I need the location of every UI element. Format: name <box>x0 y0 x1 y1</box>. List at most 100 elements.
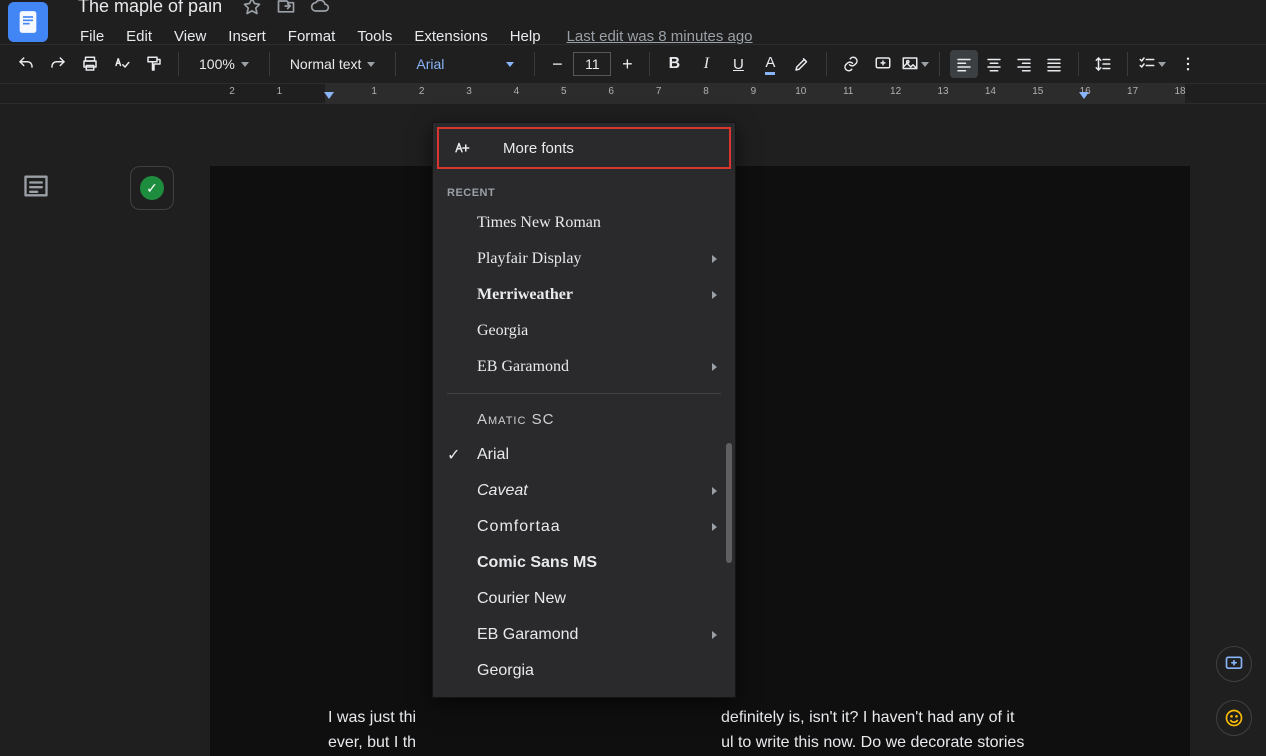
font-item[interactable]: Courier New <box>433 581 735 617</box>
font-item[interactable]: Georgia <box>433 653 735 689</box>
undo-button[interactable] <box>12 50 40 78</box>
ruler-tick: 18 <box>1174 86 1185 97</box>
font-item[interactable]: Playfair Display <box>433 241 735 277</box>
font-size-increase[interactable]: + <box>615 52 639 76</box>
ruler-tick: 1 <box>371 86 377 97</box>
add-comment-side-button[interactable] <box>1216 646 1252 682</box>
ruler-tick: 14 <box>985 86 996 97</box>
dropdown-scrollbar[interactable] <box>726 443 732 563</box>
menu-edit[interactable]: Edit <box>116 24 162 49</box>
font-item[interactable]: Amatic SC <box>433 402 735 437</box>
ruler-tick: 9 <box>751 86 757 97</box>
menu-extensions[interactable]: Extensions <box>404 24 497 49</box>
docs-logo[interactable] <box>8 2 48 42</box>
align-right-button[interactable] <box>1010 50 1038 78</box>
first-line-indent-marker[interactable] <box>324 92 334 99</box>
spellcheck-button[interactable] <box>108 50 136 78</box>
menu-file[interactable]: File <box>70 24 114 49</box>
ruler-tick: 4 <box>514 86 520 97</box>
insert-image-button[interactable] <box>901 50 929 78</box>
submenu-arrow-icon <box>712 255 717 263</box>
ruler-tick: 11 <box>843 86 853 97</box>
styles-select[interactable]: Normal text <box>280 50 386 78</box>
font-size-decrease[interactable]: − <box>545 52 569 76</box>
font-item[interactable]: EB Garamond <box>433 349 735 385</box>
ruler-tick: 2 <box>419 86 425 97</box>
ruler-tick: 7 <box>656 86 662 97</box>
document-body-text[interactable]: I was just thidefinitely is, isn't it? I… <box>328 706 1130 756</box>
add-font-icon <box>453 139 473 157</box>
ruler-tick: 5 <box>561 86 567 97</box>
line-spacing-button[interactable] <box>1089 50 1117 78</box>
align-left-button[interactable] <box>950 50 978 78</box>
ruler-tick: 17 <box>1127 86 1138 97</box>
outline-toggle[interactable] <box>22 172 50 200</box>
star-icon[interactable] <box>242 0 262 16</box>
menu-view[interactable]: View <box>164 24 216 49</box>
more-button[interactable] <box>1174 50 1202 78</box>
paint-format-button[interactable] <box>140 50 168 78</box>
font-item[interactable]: Times New Roman <box>433 205 735 241</box>
text-color-button[interactable]: A <box>756 50 784 78</box>
ruler[interactable]: 21123456789101112131415161718 <box>0 84 1266 104</box>
font-item[interactable]: Comfortaa <box>433 509 735 545</box>
more-fonts-label: More fonts <box>503 140 574 157</box>
redo-button[interactable] <box>44 50 72 78</box>
right-indent-marker[interactable] <box>1079 92 1089 99</box>
checkmark-badge[interactable]: ✓ <box>130 166 174 210</box>
ruler-tick: 15 <box>1032 86 1043 97</box>
ruler-tick: 2 <box>229 86 235 97</box>
print-button[interactable] <box>76 50 104 78</box>
cloud-status-icon[interactable] <box>310 0 330 16</box>
ruler-tick: 8 <box>703 86 709 97</box>
ruler-tick: 10 <box>795 86 806 97</box>
font-item-label: Arial <box>477 446 509 464</box>
font-dropdown: More fonts RECENT Times New RomanPlayfai… <box>432 122 736 698</box>
submenu-arrow-icon <box>712 523 717 531</box>
insert-link-button[interactable] <box>837 50 865 78</box>
ruler-tick: 3 <box>466 86 472 97</box>
font-item-label: Comfortaa <box>477 518 561 536</box>
submenu-arrow-icon <box>712 363 717 371</box>
highlight-button[interactable] <box>788 50 816 78</box>
font-item-label: Georgia <box>477 662 534 680</box>
document-title[interactable]: The maple of pain <box>70 0 230 21</box>
move-icon[interactable] <box>276 0 296 16</box>
dropdown-divider <box>447 393 721 394</box>
underline-button[interactable]: U <box>724 50 752 78</box>
font-item[interactable]: EB Garamond <box>433 617 735 653</box>
submenu-arrow-icon <box>712 291 717 299</box>
align-justify-button[interactable] <box>1040 50 1068 78</box>
menu-format[interactable]: Format <box>278 24 346 49</box>
font-item[interactable]: Comic Sans MS <box>433 545 735 581</box>
menu-insert[interactable]: Insert <box>218 24 276 49</box>
font-select[interactable]: Arial <box>406 50 524 78</box>
ruler-tick: 13 <box>937 86 948 97</box>
ruler-tick: 1 <box>277 86 283 97</box>
menu-help[interactable]: Help <box>500 24 551 49</box>
add-comment-button[interactable] <box>869 50 897 78</box>
font-item[interactable]: Caveat <box>433 473 735 509</box>
font-size-input[interactable]: 11 <box>573 52 611 76</box>
checklist-button[interactable] <box>1138 50 1166 78</box>
bold-button[interactable]: B <box>660 50 688 78</box>
check-icon: ✓ <box>447 445 460 465</box>
submenu-arrow-icon <box>712 487 717 495</box>
font-item[interactable]: Merriweather <box>433 277 735 313</box>
font-item-label: EB Garamond <box>477 626 578 644</box>
ruler-tick: 6 <box>608 86 614 97</box>
menu-tools[interactable]: Tools <box>347 24 402 49</box>
zoom-select[interactable]: 100% <box>189 50 259 78</box>
ruler-tick: 12 <box>890 86 901 97</box>
recent-section-label: RECENT <box>433 173 735 205</box>
emoji-reaction-button[interactable] <box>1216 700 1252 736</box>
more-fonts-item[interactable]: More fonts <box>437 127 731 169</box>
submenu-arrow-icon <box>712 631 717 639</box>
font-item[interactable]: Arial ✓ <box>433 437 735 473</box>
align-center-button[interactable] <box>980 50 1008 78</box>
last-edit-link[interactable]: Last edit was 8 minutes ago <box>567 28 753 45</box>
font-item[interactable]: Georgia <box>433 313 735 349</box>
font-item-label: Comic Sans MS <box>477 554 597 572</box>
italic-button[interactable]: I <box>692 50 720 78</box>
font-item-label: Caveat <box>477 482 528 500</box>
